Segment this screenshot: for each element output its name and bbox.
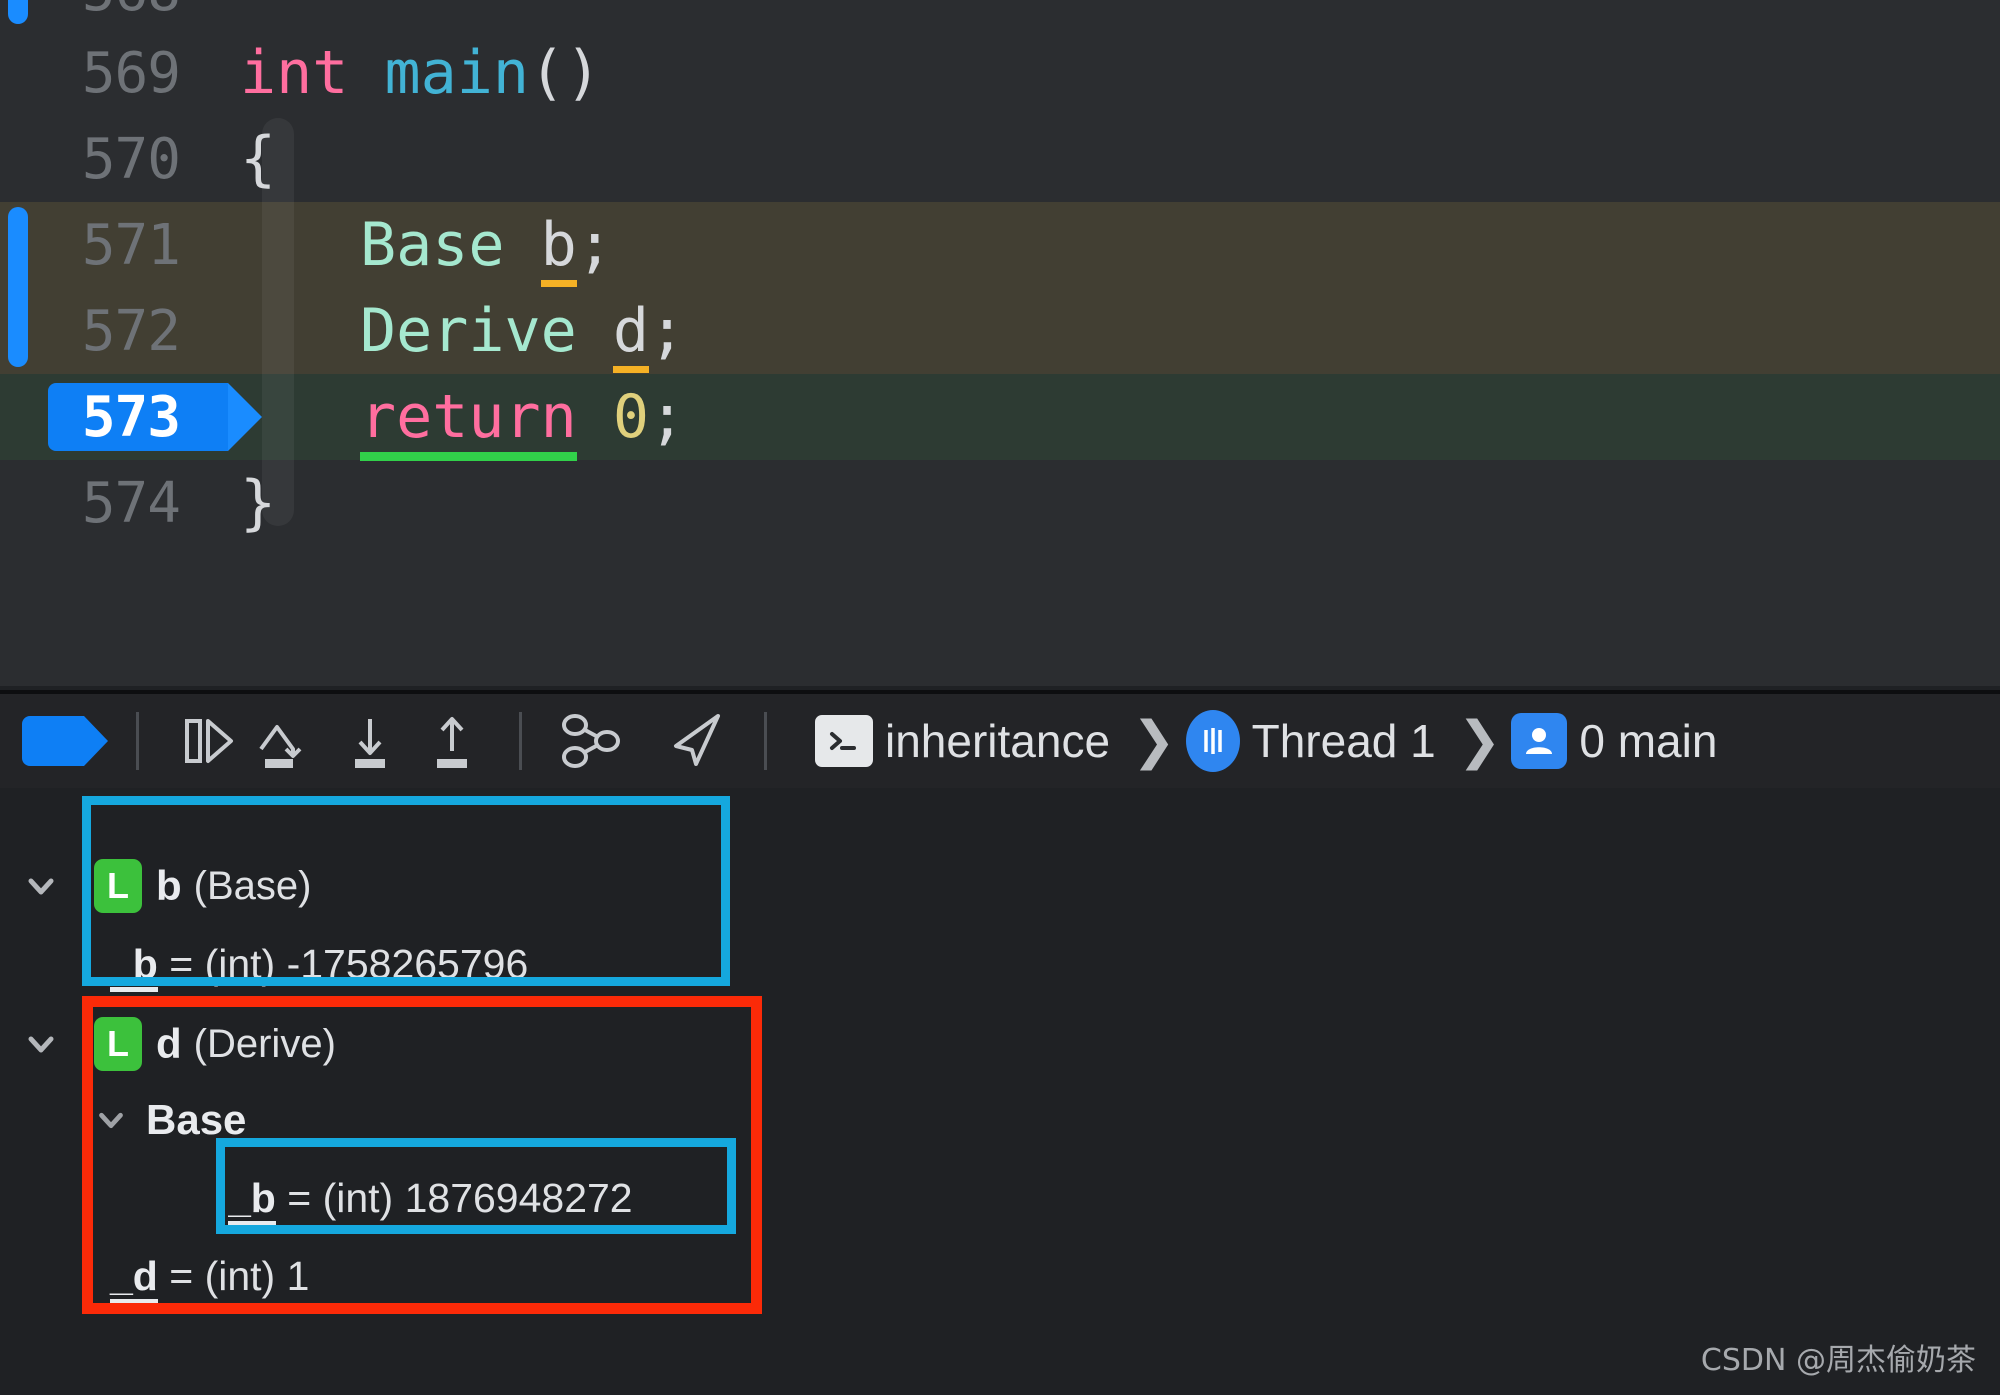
toolbar-divider-1 xyxy=(136,712,139,770)
resume-program-icon[interactable] xyxy=(22,716,108,766)
field-name-b: _b xyxy=(110,940,158,992)
breadcrumb-thread[interactable]: Thread 1 xyxy=(1252,714,1436,768)
chevron-down-icon[interactable] xyxy=(88,1097,134,1143)
token-type-derive: Derive xyxy=(360,296,577,366)
variables-panel[interactable]: L b (Base) _b = (int) -1758265796 L d (D… xyxy=(0,788,2000,1395)
field-value-b: = (int) -1758265796 xyxy=(157,940,529,987)
var-type-b: (Base) xyxy=(193,863,312,908)
var-row-b-field[interactable]: _b = (int) -1758265796 xyxy=(110,926,528,1002)
line-marker-571-572[interactable] xyxy=(8,207,28,367)
local-variable-badge: L xyxy=(94,859,142,913)
var-name-b: b xyxy=(156,862,182,909)
thread-icon xyxy=(1185,710,1240,772)
line-number-571: 571 xyxy=(81,212,181,278)
stack-frame-icon xyxy=(1511,713,1568,769)
field-name-inherited-b: _b xyxy=(228,1174,276,1226)
var-name-base-group: Base xyxy=(146,1096,247,1143)
step-out-icon[interactable] xyxy=(411,700,493,782)
breadcrumb-separator-1: ❯ xyxy=(1132,712,1176,770)
code-line-570[interactable]: 570 { xyxy=(0,116,2000,202)
code-line-569[interactable]: 569 int main() xyxy=(0,30,2000,116)
token-semicolon-572: ; xyxy=(649,296,686,366)
code-line-574[interactable]: 574 } xyxy=(0,460,2000,546)
var-type-d: (Derive) xyxy=(193,1021,336,1066)
line-number-573: 573 xyxy=(81,384,181,450)
var-row-inherited-b-field[interactable]: _b = (int) 1876948272 xyxy=(228,1160,728,1236)
token-function-main: main xyxy=(348,38,529,108)
terminal-icon xyxy=(815,715,873,767)
token-close-brace: } xyxy=(240,468,277,538)
breadcrumb-frame[interactable]: 0 main xyxy=(1579,714,1717,768)
code-editor[interactable]: 568 569 int main() 570 { 571 Base b; 572… xyxy=(0,0,2000,686)
token-keyword-int: int xyxy=(240,38,349,108)
token-type-base: Base xyxy=(360,210,505,280)
token-semicolon-573: ; xyxy=(649,382,686,452)
var-name-d: d xyxy=(156,1020,182,1067)
step-into-icon[interactable] xyxy=(329,700,411,782)
token-number-zero: 0 xyxy=(612,382,649,452)
line-number-572: 572 xyxy=(81,298,181,364)
toolbar-divider-3 xyxy=(764,712,767,770)
view-breakpoints-icon[interactable] xyxy=(548,700,630,782)
var-row-d[interactable]: L d (Derive) xyxy=(18,1006,336,1082)
var-row-base-group[interactable]: Base xyxy=(88,1082,246,1158)
code-line-572[interactable]: 572 Derive d; xyxy=(0,288,2000,374)
code-content-573: return 0; xyxy=(200,382,686,461)
line-number-574: 574 xyxy=(81,470,181,536)
breadcrumb-process[interactable]: inheritance xyxy=(885,714,1110,768)
code-content-570: { xyxy=(200,124,276,194)
toolbar-divider-2 xyxy=(519,712,522,770)
code-line-568[interactable]: 568 xyxy=(0,0,2000,34)
token-semicolon-571: ; xyxy=(576,210,613,280)
step-over-icon[interactable] xyxy=(165,700,247,782)
chevron-down-icon[interactable] xyxy=(18,863,64,909)
code-content-574: } xyxy=(200,468,276,538)
debugger-toolbar[interactable]: inheritance ❯ Thread 1 ❯ 0 main xyxy=(0,690,2000,788)
local-variable-badge: L xyxy=(94,1017,142,1071)
chevron-down-icon[interactable] xyxy=(18,1021,64,1067)
token-var-b: b xyxy=(540,210,577,287)
field-value-d: = (int) 1 xyxy=(157,1252,310,1299)
breadcrumb-separator-2: ❯ xyxy=(1457,712,1502,770)
field-name-d: _d xyxy=(110,1252,158,1304)
field-value-inherited-b: = (int) 1876948272 xyxy=(275,1174,633,1221)
line-number-568: 568 xyxy=(0,0,200,24)
line-marker-568[interactable] xyxy=(8,0,28,24)
line-number-570: 570 xyxy=(81,126,181,192)
code-content-572: Derive d; xyxy=(200,296,686,373)
line-number-569: 569 xyxy=(81,40,181,106)
step-over-arc-icon[interactable] xyxy=(247,700,329,782)
code-content-569: int main() xyxy=(200,38,601,108)
var-row-b[interactable]: L b (Base) xyxy=(18,848,311,924)
token-parens: () xyxy=(529,38,602,108)
code-content-571: Base b; xyxy=(200,210,613,287)
code-line-571[interactable]: 571 Base b; xyxy=(0,202,2000,288)
code-line-573[interactable]: 573 return 0; xyxy=(0,374,2000,461)
var-row-d-field[interactable]: _d = (int) 1 xyxy=(110,1238,309,1314)
csdn-watermark: CSDN @周杰偷奶茶 xyxy=(1700,1343,1976,1378)
token-var-d: d xyxy=(612,296,649,373)
token-open-brace: { xyxy=(240,124,277,194)
run-to-cursor-icon[interactable] xyxy=(656,700,738,782)
token-keyword-return: return xyxy=(360,382,577,461)
